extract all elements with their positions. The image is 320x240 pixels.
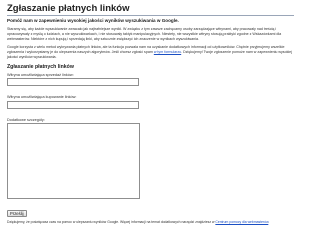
footer-text-end: . [268,220,270,225]
buyer-site-label: Witryna umożliwiająca kupowanie linków: [7,95,77,100]
seller-site-label: Witryna umożliwiająca sprzedaż linków: [7,72,74,77]
webmaster-help-link[interactable]: Centrum pomocy dla webmasterów [215,220,268,224]
footer-text-start: Dziękujemy, że poświęcasz czas na pomoc … [7,220,216,225]
spam-report-link[interactable]: w tym formularzu [154,50,181,54]
info-paragraph: Google korzysta z wielu metod wykrywania… [7,45,294,59]
footer-note: Dziękujemy, że poświęcasz czas na pomoc … [7,220,294,224]
title-divider [7,15,294,16]
submit-button[interactable]: Prześlij [7,210,27,218]
form-section-title: Zgłaszanie płatnych linków [7,63,74,70]
seller-site-input[interactable] [7,78,139,87]
details-textarea[interactable] [7,123,140,200]
page-title: Zgłaszanie płatnych linków [7,3,130,14]
intro-subtitle: Pomóż nam w zapewnieniu wysokiej jakości… [7,18,179,23]
page: Zgłaszanie płatnych linków Pomóż nam w z… [0,0,300,224]
details-label: Dodatkowe szczegóły: [7,117,45,122]
intro-paragraph: Staramy się, aby każde wyszukiwanie zwra… [7,27,282,41]
buyer-site-input[interactable] [7,100,139,109]
